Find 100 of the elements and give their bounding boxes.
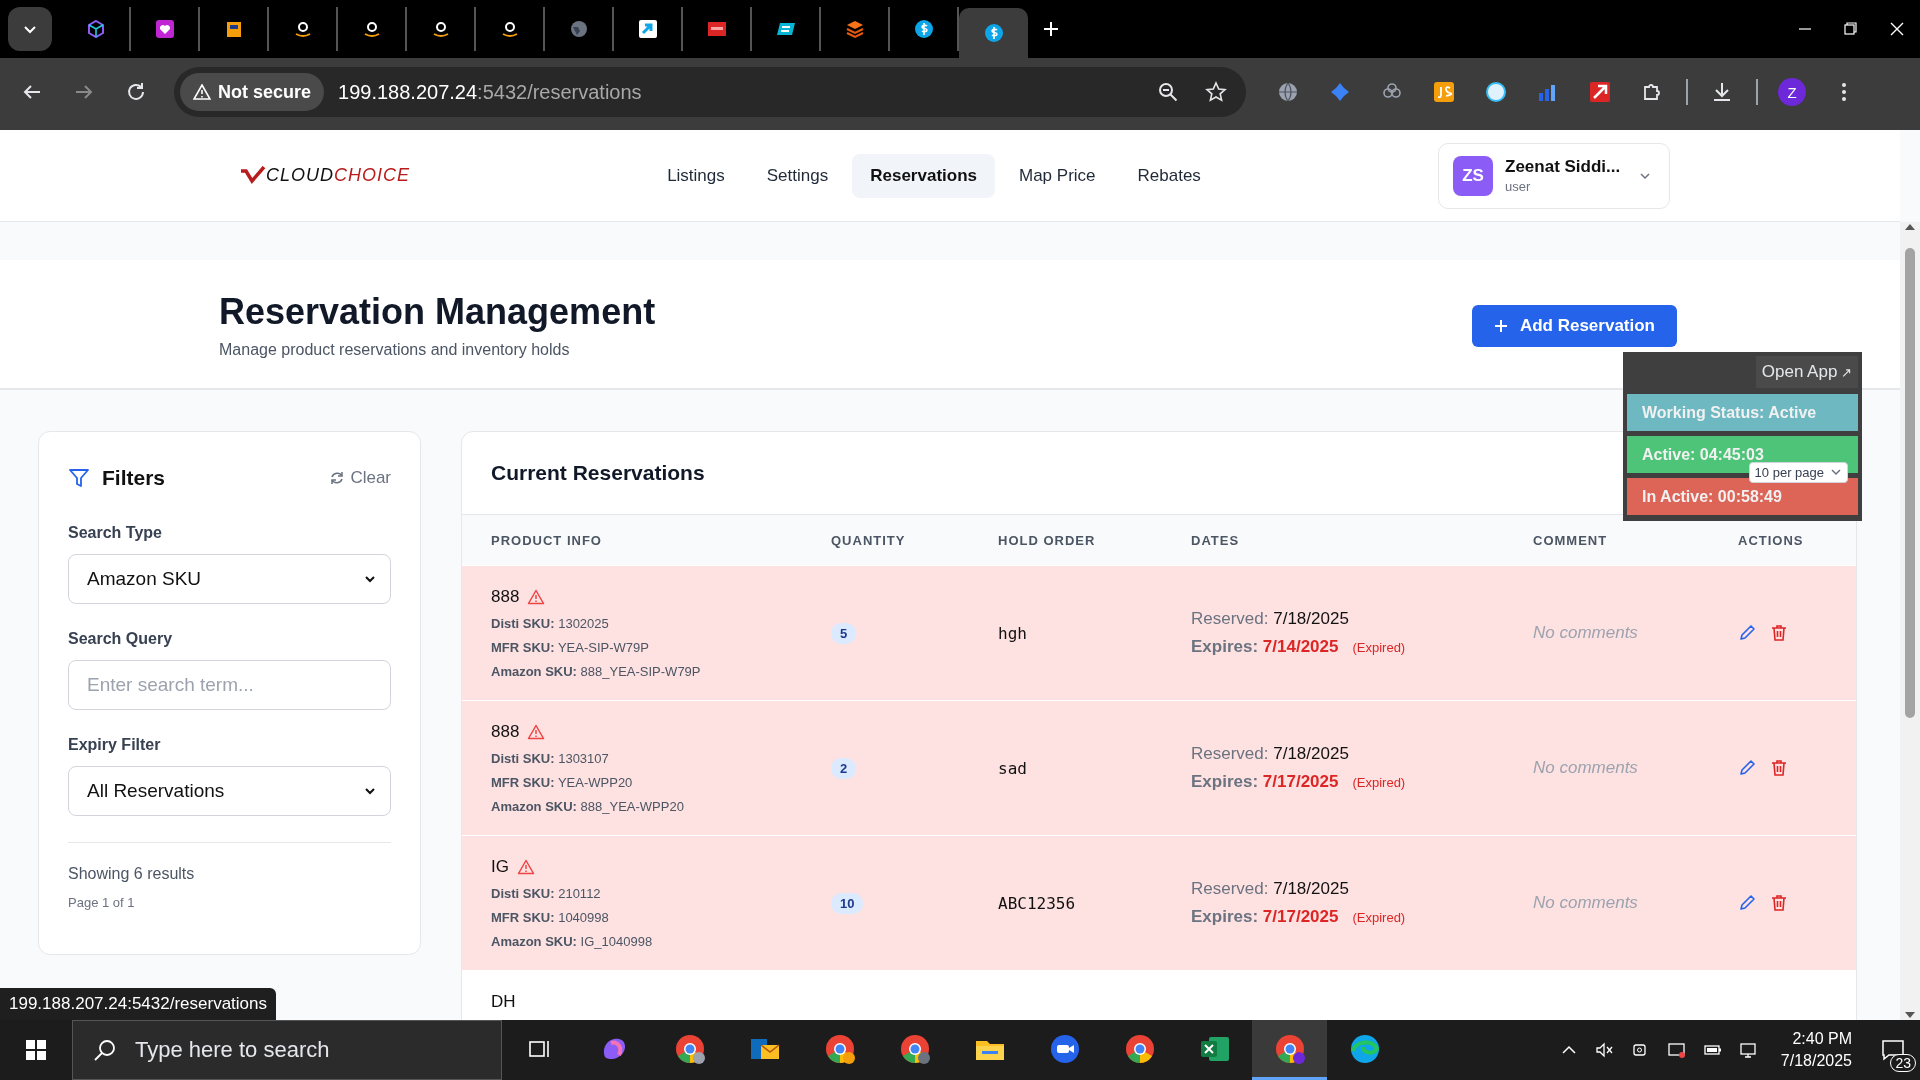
open-app-button[interactable]: Open App ↗	[1755, 356, 1858, 388]
results-count: Showing 6 results	[68, 865, 196, 883]
product-name: DH	[491, 992, 516, 1012]
sku-line: Amazon SKU: 888_YEA-SIP-W79P	[491, 663, 702, 681]
filters-title: Filters	[102, 466, 166, 490]
notification-center-button[interactable]: 23	[1866, 1020, 1920, 1080]
edit-icon[interactable]	[1738, 624, 1756, 642]
search-field[interactable]: Enter search term...	[68, 660, 391, 710]
tile-icon	[706, 19, 727, 39]
sku-line: Amazon SKU: IG_1040998	[491, 933, 654, 951]
checkmark-icon	[240, 165, 266, 186]
select-field[interactable]: Amazon SKU	[68, 554, 391, 604]
stack-icon	[844, 19, 865, 39]
search-icon	[93, 1038, 117, 1062]
field-label: Search Type	[68, 524, 163, 542]
product-name: 888	[491, 722, 520, 742]
page-subtitle: Manage product reservations and inventory holds	[219, 341, 571, 359]
user-name: Zeenat Siddi...	[1505, 157, 1622, 177]
warning-icon	[527, 724, 546, 740]
profile-avatar[interactable]: Z	[1778, 78, 1806, 106]
scrollbar[interactable]	[1900, 222, 1920, 1020]
page-indicator: Page 1 of 1	[68, 895, 136, 910]
column-header: ACTIONS	[1737, 532, 1805, 548]
security-chip[interactable]: Not secure	[180, 73, 325, 111]
expired-tag: (Expired)	[1352, 640, 1406, 655]
globe-icon	[568, 19, 589, 39]
edit-icon[interactable]	[1738, 894, 1756, 912]
edit-icon[interactable]	[1738, 759, 1756, 777]
comment-text: No comments	[1533, 623, 1639, 643]
browser-profile-icon[interactable]	[1252, 1020, 1327, 1080]
column-header: PRODUCT INFO	[491, 532, 603, 548]
select-field[interactable]: All Reservations	[68, 766, 391, 816]
column-header: COMMENT	[1533, 532, 1609, 548]
nav-link[interactable]: Listings	[649, 153, 743, 198]
scroll-up-icon[interactable]	[1903, 222, 1917, 232]
tab-list-icon[interactable]	[8, 7, 52, 51]
sku-line: Disti SKU: 210112	[491, 885, 602, 903]
user-menu[interactable]: ZS Zeenat Siddi... user	[1438, 142, 1670, 209]
quantity-badge: 10	[831, 892, 864, 914]
sku-line: MFR SKU: YEA-SIP-W79P	[491, 639, 650, 657]
hold-order-text: hgh	[998, 623, 1028, 643]
product-name: 888	[491, 587, 520, 607]
plus-icon	[1493, 319, 1508, 333]
field-label: Expiry Filter	[68, 736, 162, 754]
logo[interactable]: CLOUDCHOICE	[240, 165, 430, 186]
sku-line: MFR SKU: YEA-WPP20	[491, 774, 634, 792]
expired-tag: (Expired)	[1352, 775, 1406, 790]
comment-text: No comments	[1533, 893, 1639, 913]
sku-line: Disti SKU: 1303107	[491, 750, 610, 768]
delete-icon[interactable]	[1770, 759, 1788, 777]
arrow-tile-icon	[637, 19, 658, 39]
warning-icon	[516, 859, 535, 875]
page-title: Reservation Management	[219, 291, 656, 333]
chevron-down-icon	[364, 573, 376, 585]
quantity-badge: 5	[831, 622, 857, 644]
taskbar-search-field[interactable]: Type here to search	[72, 1020, 502, 1080]
nav-link[interactable]: Map Price	[1001, 153, 1114, 198]
delete-icon[interactable]	[1770, 624, 1788, 642]
user-avatar: ZS	[1453, 155, 1493, 196]
chevron-down-icon	[1830, 466, 1842, 478]
notification-count: 23	[1890, 1054, 1916, 1072]
column-header: DATES	[1191, 532, 1241, 548]
column-header: HOLD ORDER	[998, 532, 1097, 548]
clear-button[interactable]: Clear	[329, 468, 391, 488]
card-title: Current Reservations	[491, 461, 705, 485]
delete-icon[interactable]	[1770, 894, 1788, 912]
column-header: QUANTITY	[831, 532, 907, 548]
warning-icon	[193, 84, 211, 100]
taskbar-clock[interactable]: 2:40 PM 7/18/2025	[1766, 1030, 1866, 1070]
nav-link[interactable]: Rebates	[1119, 153, 1219, 198]
url-text: 199.188.207.24:5432/reservations	[338, 80, 642, 104]
scroll-thumb[interactable]	[1905, 248, 1915, 718]
add-reservation-button[interactable]: Add Reservation	[1471, 305, 1677, 347]
expiry-date: Expires: 7/14/2025	[1191, 637, 1339, 657]
nav-link[interactable]: Reservations	[852, 153, 995, 198]
user-role: user	[1505, 179, 1532, 194]
expiry-date: Expires: 7/17/2025	[1191, 772, 1339, 792]
product-name: IG	[491, 857, 509, 877]
address-bar[interactable]: Not secure 199.188.207.24:5432/reservations	[174, 67, 1246, 117]
quantity-badge: 2	[831, 757, 857, 779]
filter-icon	[68, 467, 90, 489]
expiry-date: Expires: 7/17/2025	[1191, 907, 1339, 927]
sku-line: MFR SKU: 1040998	[491, 909, 610, 927]
dollar-icon	[983, 23, 1004, 43]
warning-icon	[527, 589, 546, 605]
cube-icon	[85, 19, 106, 39]
comment-text: No comments	[1533, 758, 1639, 778]
nav-link[interactable]: Settings	[748, 153, 847, 198]
reserved-date: Reserved: 7/18/2025	[1191, 744, 1350, 764]
reserved-date: Reserved: 7/18/2025	[1191, 879, 1350, 899]
link-preview: 199.188.207.24:5432/reservations	[0, 988, 277, 1020]
refresh-icon	[329, 470, 346, 486]
expired-tag: (Expired)	[1352, 910, 1406, 925]
hold-order-text: sad	[998, 758, 1028, 778]
sku-line: Amazon SKU: 888_YEA-WPP20	[491, 798, 685, 816]
field-label: Search Query	[68, 630, 174, 648]
dollar-icon	[913, 19, 934, 39]
sku-line: Disti SKU: 1302025	[491, 615, 610, 633]
status-bar: Working Status: Active	[1627, 394, 1858, 431]
reserved-date: Reserved: 7/18/2025	[1191, 609, 1350, 629]
